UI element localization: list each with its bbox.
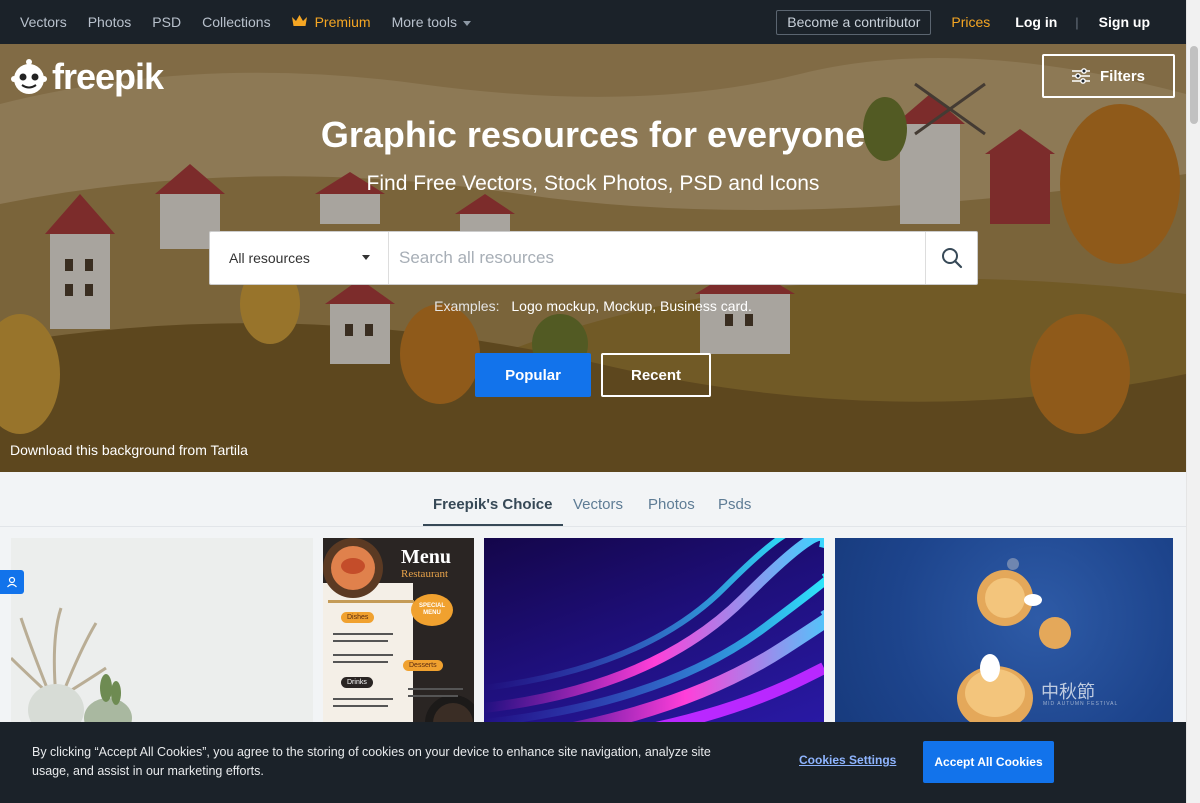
recent-button[interactable]: Recent: [601, 353, 711, 397]
background-credit-link[interactable]: Download this background from Tartila: [10, 442, 248, 458]
hero-subtitle: Find Free Vectors, Stock Photos, PSD and…: [366, 172, 820, 195]
menu-subtitle: Restaurant: [401, 568, 449, 580]
become-contributor-button[interactable]: Become a contributor: [776, 9, 932, 35]
plant-vase-image: [11, 538, 313, 738]
example-business-card[interactable]: Business card.: [660, 298, 752, 314]
side-feedback-tab[interactable]: [0, 570, 24, 594]
search-bar: All resources: [209, 231, 978, 285]
special-menu-badge: SPECIAL MENU: [411, 594, 453, 626]
filters-button[interactable]: Filters: [1042, 54, 1175, 98]
abstract-light-lines-image: [484, 538, 824, 738]
menu-title: Menu: [401, 546, 451, 568]
menu-section-dishes: Dishes: [341, 612, 375, 623]
user-icon: [7, 576, 17, 588]
resource-card[interactable]: 中秋節 MID AUTUMN FESTIVAL: [835, 538, 1173, 738]
freepik-logo-icon: [11, 59, 47, 94]
top-navigation: Vectors Photos PSD Collections Premium M…: [0, 0, 1186, 44]
cookie-text: By clicking “Accept All Cookies”, you ag…: [32, 745, 711, 778]
search-button[interactable]: [925, 232, 977, 284]
menu-section-desserts: Desserts: [403, 660, 443, 671]
mooncake-festival-image: [957, 558, 1071, 730]
search-input[interactable]: [389, 233, 925, 283]
restaurant-menu-image: [323, 538, 474, 738]
resource-card[interactable]: [11, 538, 313, 738]
nav-more-tools[interactable]: More tools: [392, 14, 471, 30]
filters-label: Filters: [1099, 67, 1145, 85]
dropdown-caret-icon: [362, 255, 370, 260]
tab-freepiks-choice[interactable]: Freepik's Choice: [433, 496, 552, 513]
nav-more-tools-label: More tools: [391, 14, 457, 30]
crown-icon: [291, 14, 307, 30]
menu-section-drinks: Drinks: [341, 677, 373, 688]
login-link[interactable]: Log in: [1015, 14, 1057, 30]
nav-vectors[interactable]: Vectors: [20, 14, 67, 30]
nav-premium-label: Premium: [314, 14, 371, 30]
active-tab-indicator: [423, 524, 563, 526]
resource-type-select[interactable]: All resources: [210, 232, 389, 284]
chevron-down-icon: [462, 20, 471, 26]
mooncake-caption: MID AUTUMN FESTIVAL: [1043, 701, 1119, 707]
nav-collections[interactable]: Collections: [202, 14, 270, 30]
resource-card-menu[interactable]: Menu Restaurant SPECIAL MENU Dishes Dess…: [323, 538, 474, 738]
page-scrollbar[interactable]: [1186, 0, 1200, 803]
search-examples: Examples: Logo mockup, Mockup, Business …: [0, 298, 1186, 314]
example-logo-mockup[interactable]: Logo mockup,: [511, 298, 599, 314]
scrollbar-thumb[interactable]: [1190, 46, 1198, 124]
tab-psds[interactable]: Psds: [718, 496, 751, 513]
hero-section: freepik Filters Graphic resources for ev…: [0, 44, 1186, 472]
prices-link[interactable]: Prices: [951, 14, 990, 30]
content-tabs: Freepik's Choice Vectors Photos Psds: [0, 472, 1186, 527]
search-icon: [941, 248, 962, 269]
tab-photos[interactable]: Photos: [648, 496, 695, 513]
resource-type-value: All resources: [229, 250, 310, 266]
accept-all-cookies-button[interactable]: Accept All Cookies: [923, 741, 1054, 783]
logo-wordmark: freepik: [52, 56, 164, 97]
signup-link[interactable]: Sign up: [1099, 14, 1150, 30]
hero-title: Graphic resources for everyone: [320, 114, 866, 155]
nav-premium[interactable]: Premium: [291, 14, 371, 30]
tab-vectors[interactable]: Vectors: [573, 496, 623, 513]
nav-photos[interactable]: Photos: [88, 14, 132, 30]
nav-psd[interactable]: PSD: [152, 14, 181, 30]
freepik-logo[interactable]: freepik: [10, 56, 164, 98]
popular-button[interactable]: Popular: [475, 353, 591, 397]
examples-label: Examples:: [434, 298, 500, 314]
example-mockup[interactable]: Mockup,: [603, 298, 656, 314]
nav-separator: |: [1075, 14, 1079, 30]
resource-card[interactable]: [484, 538, 824, 738]
sliders-icon: [1071, 68, 1090, 84]
cookies-settings-link[interactable]: Cookies Settings: [799, 753, 896, 767]
cookie-banner: By clicking “Accept All Cookies”, you ag…: [0, 722, 1186, 803]
